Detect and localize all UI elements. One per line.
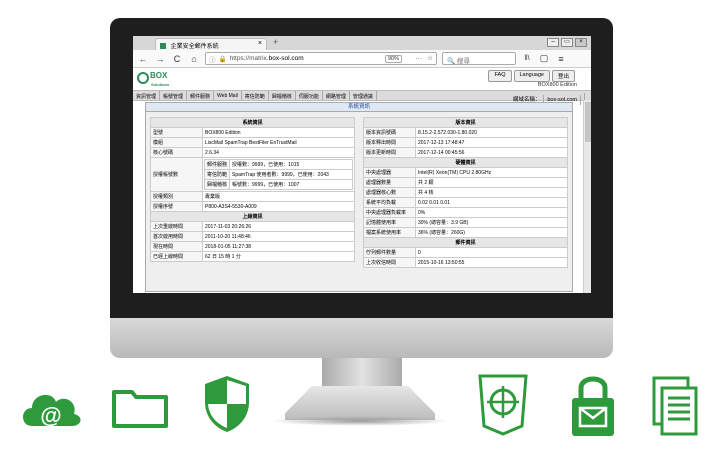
top-buttons: FAQ Language 登出	[488, 70, 575, 82]
monitor-stand	[285, 386, 435, 420]
table-row: 系統平均負載 0.02 0.01 0.01	[363, 197, 568, 208]
monitor-neck	[322, 358, 402, 388]
license-row: 授權帳號數 郵件服務 授權數：9999，已使用：1015 寄信防範 SpamTrap…	[150, 157, 355, 192]
table-row: 模組 LiscMail SpamTrap BestFiler EnTrustMai…	[150, 137, 355, 148]
table-row: 上次收信時間 2015-10-16 13:50:55	[363, 257, 568, 268]
menu-item-info[interactable]: 資訊管理	[133, 91, 161, 100]
menu-item-network[interactable]: 網路管理	[323, 91, 350, 100]
search-placeholder: 搜尋	[456, 58, 470, 65]
menu-item-server[interactable]: 伺服功能	[296, 91, 323, 100]
page-scrollbar[interactable]	[583, 100, 591, 293]
folder-icon	[112, 390, 168, 428]
table-row: 處理器核心數共 4 核	[363, 187, 568, 198]
table-row: 佇列郵件數量 0	[363, 247, 568, 258]
browser-navbar: ← → C ⌂ ⓘ 🔒 https://matrix.box-sol.com 9…	[133, 50, 591, 68]
minimize-button[interactable]: –	[547, 38, 559, 47]
page-title: 系統資訊	[146, 103, 572, 112]
zoom-indicator[interactable]: 90%	[384, 55, 402, 63]
monitor-chin	[110, 318, 613, 358]
target-file-icon	[478, 374, 528, 436]
content-panel: 系統資訊 系統資訊 型號 BOX800 Edition 模組 LiscMail Sp…	[145, 102, 573, 292]
menu-item-spam[interactable]: 寄信防範	[242, 91, 269, 100]
table-row: 核心號碼 2.6.34	[150, 147, 355, 158]
back-icon[interactable]: ←	[137, 54, 149, 64]
forward-icon[interactable]: →	[154, 54, 166, 64]
table-row: 版本釋出時間 2017-12-13 17:48:47	[363, 137, 568, 148]
page-actions-icon[interactable]: ···	[416, 55, 423, 62]
menu-item-archive[interactable]: 歸檔稽核	[269, 91, 296, 100]
table-row: 記憶體使用率 30% (總容量：3.9 GB)	[363, 217, 568, 228]
reload-icon[interactable]: C	[171, 54, 183, 64]
documents-icon	[652, 376, 698, 436]
library-icon[interactable]: ll\	[521, 55, 533, 62]
svg-text:@: @	[40, 403, 61, 428]
sidebar-icon[interactable]: ▢	[538, 53, 550, 64]
app-header: BOX Solutions FAQ Language 登出 BOX800 Edi…	[133, 68, 591, 90]
language-button[interactable]: Language	[513, 70, 550, 82]
system-info-column: 系統資訊 型號 BOX800 Edition 模組 LiscMail SpamTra…	[150, 117, 355, 262]
section-header: 郵件資訊	[363, 237, 568, 248]
section-header: 硬體資訊	[363, 157, 568, 168]
monitor-screen: 企業安全郵件系統 × + – ▭ × ← → C ⌂ ⓘ 🔒 https://m…	[133, 36, 591, 293]
table-row: 型號 BOX800 Edition	[150, 127, 355, 138]
stand-shadow	[270, 416, 450, 426]
table-row: 首次啟用時間 2011-10-20 11:48:46	[150, 231, 355, 242]
browser-tab[interactable]: 企業安全郵件系統 ×	[155, 38, 267, 50]
faq-button[interactable]: FAQ	[488, 70, 512, 82]
web-app: BOX Solutions FAQ Language 登出 BOX800 Edi…	[133, 68, 591, 293]
tab-close-icon[interactable]: ×	[258, 40, 262, 47]
address-bar[interactable]: ⓘ 🔒 https://matrix.box-sol.com 90% ··· ☆	[205, 52, 437, 65]
browser-titlebar: 企業安全郵件系統 × + – ▭ ×	[133, 36, 591, 50]
tab-title: 企業安全郵件系統	[170, 44, 219, 50]
menu-item-admin[interactable]: 管理通識	[350, 91, 377, 100]
section-header: 系統資訊	[150, 117, 355, 128]
menu-icon[interactable]: ≡	[555, 54, 567, 64]
table-row: 上次重啟時間 2017-11-03 20:26:26	[150, 221, 355, 232]
table-row: 現在時間 2018-01-05 11:27:38	[150, 241, 355, 252]
shield-icon	[205, 376, 249, 432]
bookmark-icon[interactable]: ☆	[427, 54, 433, 62]
product-illustration: 企業安全郵件系統 × + – ▭ × ← → C ⌂ ⓘ 🔒 https://m…	[0, 0, 720, 450]
table-row: 版本更新時間 2017-12-14 00:45:56	[363, 147, 568, 158]
close-window-button[interactable]: ×	[575, 38, 587, 47]
section-header: 版本資訊	[363, 117, 568, 128]
table-row: 授權類別 專業版	[150, 191, 355, 202]
lock-mail-icon	[572, 376, 614, 436]
table-row: 已經上線時間 62 日 15 時 1 分	[150, 251, 355, 262]
table-row: 版本資訊號碼 8.15.2-2.572.030-1.80.020	[363, 127, 568, 138]
lock-icon: 🔒	[218, 55, 227, 63]
url-prefix: https://matrix.	[229, 55, 269, 62]
version-info-column: 版本資訊 版本資訊號碼 8.15.2-2.572.030-1.80.020 版本釋…	[363, 117, 568, 268]
menu-item-mail-service[interactable]: 郵件服務	[187, 91, 215, 100]
section-header: 上線資訊	[150, 211, 355, 222]
maximize-button[interactable]: ▭	[561, 38, 573, 47]
table-row: 檔案系統使用率 36% (總容量：260G)	[363, 227, 568, 238]
email-cloud-icon: @	[23, 394, 81, 428]
edition-label: BOX800 Edition	[537, 82, 577, 88]
table-row: 中央處理器負載率 0%	[363, 207, 568, 218]
menu-item-accounts[interactable]: 帳號管理	[160, 91, 188, 100]
new-tab-button[interactable]: +	[273, 37, 278, 47]
table-row: 處理器數量共 2 顆	[363, 177, 568, 188]
favicon-icon	[160, 43, 166, 50]
box-logo: BOX Solutions	[137, 72, 171, 87]
logout-button[interactable]: 登出	[551, 70, 575, 82]
search-input[interactable]: 🔍 搜尋	[442, 52, 516, 65]
window-controls: – ▭ ×	[547, 38, 587, 47]
table-row: 授權序號 P800-A3S4-5530-A009	[150, 201, 355, 212]
info-icon[interactable]: ⓘ	[209, 54, 216, 64]
url-domain: box-sol.com	[268, 55, 304, 62]
main-menu: 資訊管理 帳號管理 郵件服務 Web Mail 寄信防範 歸檔稽核 伺服功能 網…	[133, 90, 591, 105]
table-row: 中央處理器 Intel(R) Xeon(TM) CPU 2.80GHz	[363, 167, 568, 178]
home-icon[interactable]: ⌂	[188, 54, 200, 64]
menu-item-webmail[interactable]: Web Mail	[214, 91, 242, 100]
